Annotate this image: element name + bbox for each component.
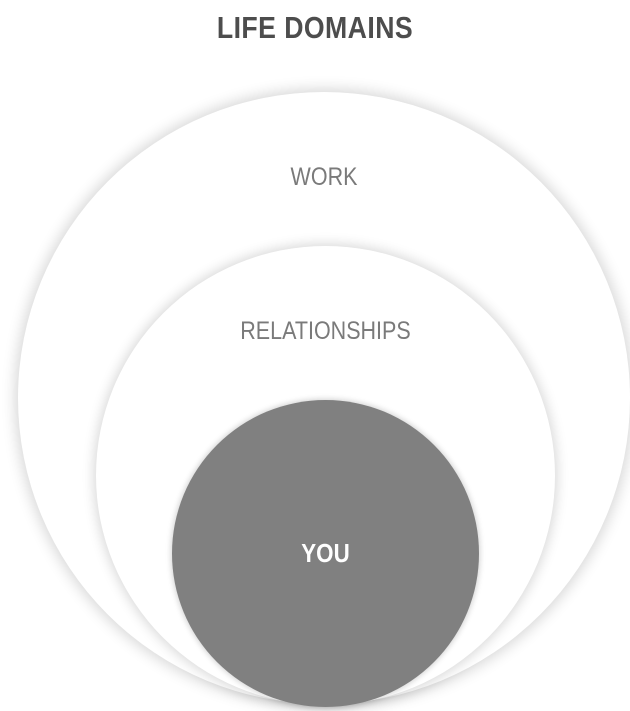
diagram-title: LIFE DOMAINS — [216, 10, 414, 45]
relationships-label: RELATIONSHIPS — [240, 317, 411, 345]
work-label: WORK — [290, 163, 358, 191]
you-label: YOU — [301, 538, 350, 568]
